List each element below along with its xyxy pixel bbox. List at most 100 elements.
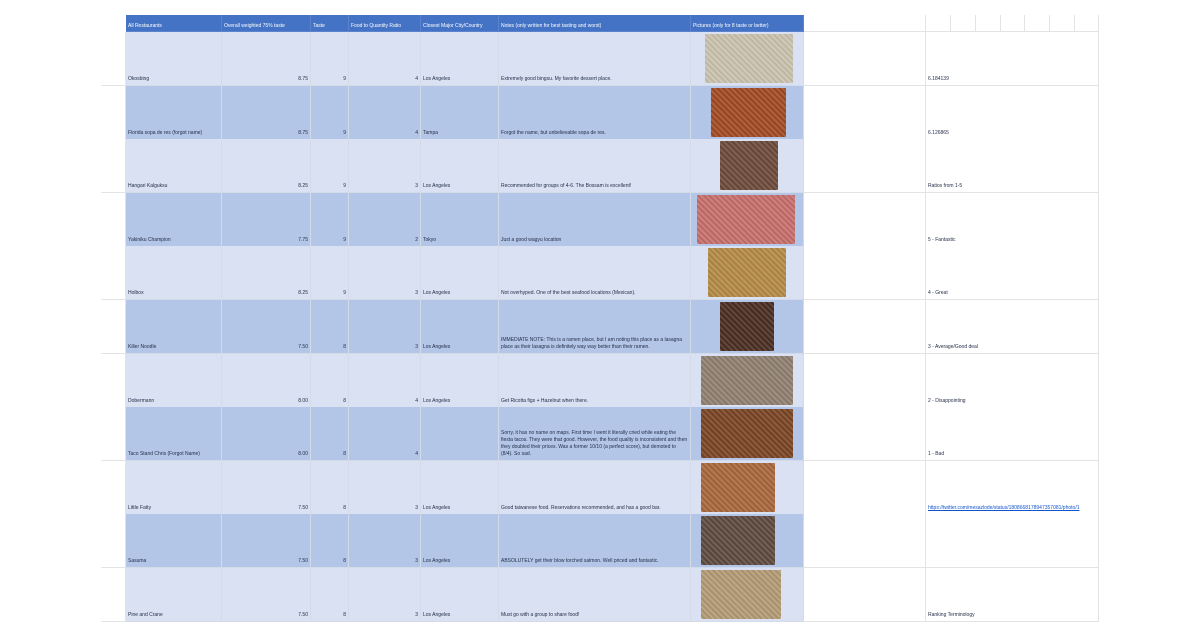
cell-side[interactable]: 2 - Disappointing (926, 353, 1099, 408)
cell-city[interactable]: Los Angeles (421, 514, 499, 569)
cell-notes[interactable]: Forgot the name, but unbelievable sopa d… (499, 85, 691, 140)
cell-pic[interactable] (691, 85, 804, 140)
empty-cell[interactable] (1025, 15, 1050, 32)
cell-e1[interactable] (804, 85, 926, 140)
cell-pic[interactable] (691, 300, 804, 354)
row-gutter-cell[interactable] (101, 514, 126, 569)
cell-city[interactable]: Los Angeles (421, 246, 499, 301)
cell-city[interactable] (421, 407, 499, 462)
cell-name[interactable]: Dobermann (126, 353, 222, 408)
header-cell-ratio[interactable]: Food to Quantity Ratio (349, 15, 421, 32)
cell-city[interactable]: Los Angeles (421, 32, 499, 86)
food-photo[interactable] (697, 194, 795, 244)
cell-ratio[interactable]: 3 (349, 139, 421, 194)
cell-taste[interactable]: 8 (311, 407, 349, 462)
food-photo[interactable] (720, 302, 774, 351)
cell-pic[interactable] (691, 32, 804, 86)
cell-pic[interactable] (691, 192, 804, 247)
cell-taste[interactable]: 9 (311, 246, 349, 301)
cell-e1[interactable] (804, 32, 926, 86)
cell-notes[interactable]: Not overhyped. One of the best seafood l… (499, 246, 691, 301)
cell-pic[interactable] (691, 460, 804, 515)
empty-cell[interactable] (976, 15, 1001, 32)
row-gutter-cell[interactable] (101, 32, 126, 86)
cell-notes[interactable]: Sorry, it has no name on maps. First tim… (499, 407, 691, 462)
food-photo[interactable] (701, 409, 793, 459)
food-photo[interactable] (708, 248, 786, 298)
row-gutter-cell[interactable] (101, 139, 126, 194)
cell-city[interactable]: Los Angeles (421, 139, 499, 194)
empty-cell[interactable] (1001, 15, 1025, 32)
cell-taste[interactable]: 8 (311, 353, 349, 408)
food-photo[interactable] (720, 141, 778, 191)
cell-city[interactable]: Tampa (421, 85, 499, 140)
row-gutter-cell[interactable] (101, 192, 126, 247)
header-cell-notes[interactable]: Notes (only written for best tasting and… (499, 15, 691, 32)
row-gutter-cell[interactable] (101, 246, 126, 301)
food-photo[interactable] (701, 355, 793, 405)
header-cell-overall[interactable]: Overall weighted 75% taste (222, 15, 311, 32)
header-cell-taste[interactable]: Taste (311, 15, 349, 32)
cell-pic[interactable] (691, 407, 804, 462)
food-photo[interactable] (711, 87, 786, 137)
cell-name[interactable]: Little Fatty (126, 460, 222, 515)
cell-side[interactable]: 6.184139 (926, 32, 1099, 86)
cell-e1[interactable] (804, 192, 926, 247)
cell-e1[interactable] (804, 139, 926, 194)
cell-ratio[interactable]: 3 (349, 514, 421, 569)
cell-ratio[interactable]: 4 (349, 353, 421, 408)
cell-side[interactable]: Ratios from 1-5 (926, 139, 1099, 194)
cell-e1[interactable] (804, 460, 926, 515)
food-photo[interactable] (701, 516, 775, 566)
cell-ratio[interactable]: 3 (349, 460, 421, 515)
cell-e1[interactable] (804, 300, 926, 354)
cell-city[interactable]: Tokyo (421, 192, 499, 247)
food-photo[interactable] (705, 34, 793, 83)
food-photo[interactable] (701, 570, 781, 619)
header-cell-all-restaurants[interactable]: All Restaurants (126, 15, 222, 32)
cell-ratio[interactable]: 3 (349, 300, 421, 354)
cell-notes[interactable]: Extremely good bingsu. My favorite desse… (499, 32, 691, 86)
cell-overall[interactable]: 7.50 (222, 300, 311, 354)
cell-overall[interactable]: 8.75 (222, 85, 311, 140)
cell-overall[interactable]: 8.75 (222, 32, 311, 86)
cell-city[interactable]: Los Angeles (421, 353, 499, 408)
cell-notes[interactable]: IMMEDIATE NOTE: This is a ramen place, b… (499, 300, 691, 354)
cell-overall[interactable]: 8.00 (222, 353, 311, 408)
cell-side[interactable]: 4 - Great (926, 246, 1099, 301)
cell-notes[interactable]: Must go with a group to share food! (499, 568, 691, 622)
empty-cell[interactable] (1075, 15, 1099, 32)
cell-name[interactable]: Sasuma (126, 514, 222, 569)
header-cell-pictures[interactable]: Pictures (only for 8 taste or better) (691, 15, 804, 32)
cell-taste[interactable]: 9 (311, 139, 349, 194)
empty-cell[interactable] (804, 15, 926, 32)
cell-pic[interactable] (691, 353, 804, 408)
empty-cell[interactable] (926, 15, 951, 32)
cell-city[interactable]: Los Angeles (421, 568, 499, 622)
cell-city[interactable]: Los Angeles (421, 460, 499, 515)
cell-ratio[interactable]: 3 (349, 246, 421, 301)
cell-e1[interactable] (804, 407, 926, 462)
cell-name[interactable]: Holbox (126, 246, 222, 301)
header-cell-city[interactable]: Closest Major City/Country (421, 15, 499, 32)
cell-side[interactable]: 3 - Average/Good deal (926, 300, 1099, 354)
cell-notes[interactable]: Good taiwanese food. Reservations recomm… (499, 460, 691, 515)
cell-side[interactable]: https://twitter.com/mesazlode/status/180… (926, 460, 1099, 515)
cell-e1[interactable] (804, 246, 926, 301)
cell-side[interactable]: 6.126865 (926, 85, 1099, 140)
cell-name[interactable]: Yakiniku Champion (126, 192, 222, 247)
empty-cell[interactable] (1050, 15, 1075, 32)
cell-pic[interactable] (691, 246, 804, 301)
cell-e1[interactable] (804, 353, 926, 408)
cell-name[interactable]: Taco Stand Chris (Forgot Name) (126, 407, 222, 462)
row-gutter-cell[interactable] (101, 300, 126, 354)
cell-e1[interactable] (804, 514, 926, 569)
cell-side[interactable]: 5 - Fantastic (926, 192, 1099, 247)
cell-taste[interactable]: 8 (311, 514, 349, 569)
cell-overall[interactable]: 8.25 (222, 246, 311, 301)
cell-overall[interactable]: 7.50 (222, 514, 311, 569)
cell-ratio[interactable]: 4 (349, 85, 421, 140)
cell-taste[interactable]: 9 (311, 192, 349, 247)
cell-name[interactable]: Florida sopa de res (forgot name) (126, 85, 222, 140)
cell-overall[interactable]: 7.75 (222, 192, 311, 247)
